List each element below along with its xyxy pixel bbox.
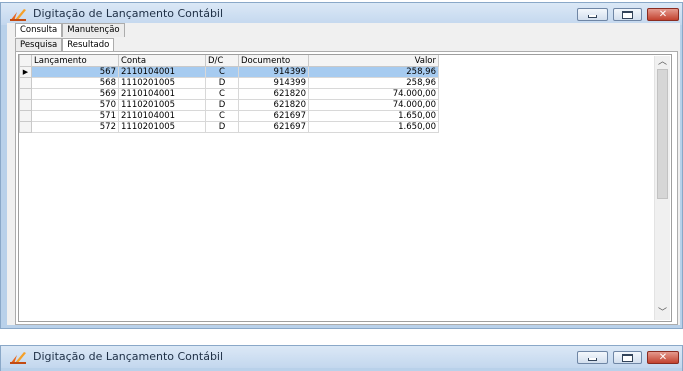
second-title-bar[interactable]: Digitação de Lançamento Contábil ✕	[1, 346, 682, 368]
cell-valor[interactable]: 258,96	[308, 66, 439, 78]
tab-manutencao[interactable]: Manutenção	[62, 23, 125, 37]
row-indicator	[19, 121, 32, 133]
cell-conta[interactable]: 1110201005	[118, 121, 206, 133]
close-icon: ✕	[658, 351, 668, 363]
cell-dc[interactable]: C	[205, 66, 239, 78]
minimize-button[interactable]	[577, 351, 608, 364]
minimize-button[interactable]	[577, 8, 608, 21]
cell-valor[interactable]: 74.000,00	[308, 88, 439, 100]
cell-valor[interactable]: 74.000,00	[308, 99, 439, 111]
table-row[interactable]: 571 2110104001 C 621697 1.650,00	[19, 110, 439, 122]
tab-resultado[interactable]: Resultado	[62, 38, 115, 52]
chevron-down-icon[interactable]: ﹀	[655, 307, 670, 320]
table-row[interactable]: ▶ 567 2110104001 C 914399 258,96	[19, 66, 439, 78]
cell-documento[interactable]: 621697	[238, 121, 309, 133]
column-header-conta[interactable]: Conta	[118, 55, 206, 67]
second-window-title: Digitação de Lançamento Contábil	[33, 350, 224, 363]
main-tabs: Consulta Manutenção	[15, 23, 125, 37]
cell-conta[interactable]: 2110104001	[118, 110, 206, 122]
row-indicator-header	[19, 55, 32, 67]
cell-conta[interactable]: 1110201005	[118, 77, 206, 89]
cell-lancamento[interactable]: 568	[31, 77, 119, 89]
title-bar[interactable]: Digitação de Lançamento Contábil ✕	[1, 3, 682, 25]
results-grid[interactable]: Lançamento Conta D/C Documento Valor ▶ 5…	[18, 54, 672, 322]
minimize-icon	[588, 15, 597, 18]
maximize-button[interactable]	[613, 8, 642, 21]
table-row[interactable]: 570 1110201005 D 621820 74.000,00	[19, 99, 439, 111]
app-logo-icon	[10, 9, 26, 21]
main-window: Digitação de Lançamento Contábil ✕ Consu…	[0, 2, 683, 329]
cell-dc[interactable]: D	[205, 99, 239, 111]
cell-valor[interactable]: 1.650,00	[308, 121, 439, 133]
row-indicator	[19, 88, 32, 100]
app-logo-icon	[10, 352, 26, 364]
minimize-icon	[588, 358, 597, 361]
table-row[interactable]: 572 1110201005 D 621697 1.650,00	[19, 121, 439, 133]
cell-valor[interactable]: 258,96	[308, 77, 439, 89]
cell-documento[interactable]: 621820	[238, 99, 309, 111]
column-header-lancamento[interactable]: Lançamento	[31, 55, 119, 67]
window-title: Digitação de Lançamento Contábil	[33, 7, 224, 20]
cell-dc[interactable]: C	[205, 110, 239, 122]
close-button[interactable]: ✕	[647, 8, 679, 21]
scrollbar-thumb[interactable]	[657, 69, 668, 199]
cell-lancamento[interactable]: 567	[31, 66, 119, 78]
cell-conta[interactable]: 2110104001	[118, 66, 206, 78]
maximize-icon	[622, 10, 633, 19]
second-window: Digitação de Lançamento Contábil ✕	[0, 345, 683, 371]
table-row[interactable]: 568 1110201005 D 914399 258,96	[19, 77, 439, 89]
column-header-documento[interactable]: Documento	[238, 55, 309, 67]
cell-dc[interactable]: C	[205, 88, 239, 100]
cell-dc[interactable]: D	[205, 77, 239, 89]
close-icon: ✕	[658, 8, 668, 20]
cell-documento[interactable]: 621820	[238, 88, 309, 100]
maximize-icon	[622, 353, 633, 362]
column-header-dc[interactable]: D/C	[205, 55, 239, 67]
tab-pesquisa[interactable]: Pesquisa	[15, 38, 63, 52]
cell-lancamento[interactable]: 569	[31, 88, 119, 100]
window-client-area: Consulta Manutenção Pesquisa Resultado L…	[7, 23, 680, 325]
row-indicator	[19, 110, 32, 122]
row-indicator	[19, 77, 32, 89]
sub-tabs: Pesquisa Resultado	[15, 38, 115, 52]
cell-lancamento[interactable]: 572	[31, 121, 119, 133]
cell-conta[interactable]: 2110104001	[118, 88, 206, 100]
cell-dc[interactable]: D	[205, 121, 239, 133]
close-button[interactable]: ✕	[647, 351, 679, 364]
cell-conta[interactable]: 1110201005	[118, 99, 206, 111]
cell-documento[interactable]: 914399	[238, 77, 309, 89]
cell-documento[interactable]: 914399	[238, 66, 309, 78]
column-header-valor[interactable]: Valor	[308, 55, 439, 67]
cell-lancamento[interactable]: 571	[31, 110, 119, 122]
cell-lancamento[interactable]: 570	[31, 99, 119, 111]
header-row: Lançamento Conta D/C Documento Valor	[19, 55, 439, 67]
table-row[interactable]: 569 2110104001 C 621820 74.000,00	[19, 88, 439, 100]
cell-valor[interactable]: 1.650,00	[308, 110, 439, 122]
tab-consulta[interactable]: Consulta	[15, 23, 63, 37]
chevron-up-icon[interactable]: ︿	[655, 56, 670, 69]
results-table: Lançamento Conta D/C Documento Valor ▶ 5…	[19, 55, 439, 133]
current-row-icon: ▶	[19, 66, 32, 78]
result-panel: Lançamento Conta D/C Documento Valor ▶ 5…	[15, 51, 678, 325]
cell-documento[interactable]: 621697	[238, 110, 309, 122]
vertical-scrollbar[interactable]: ︿ ﹀	[654, 56, 670, 320]
maximize-button[interactable]	[613, 351, 642, 364]
row-indicator	[19, 99, 32, 111]
